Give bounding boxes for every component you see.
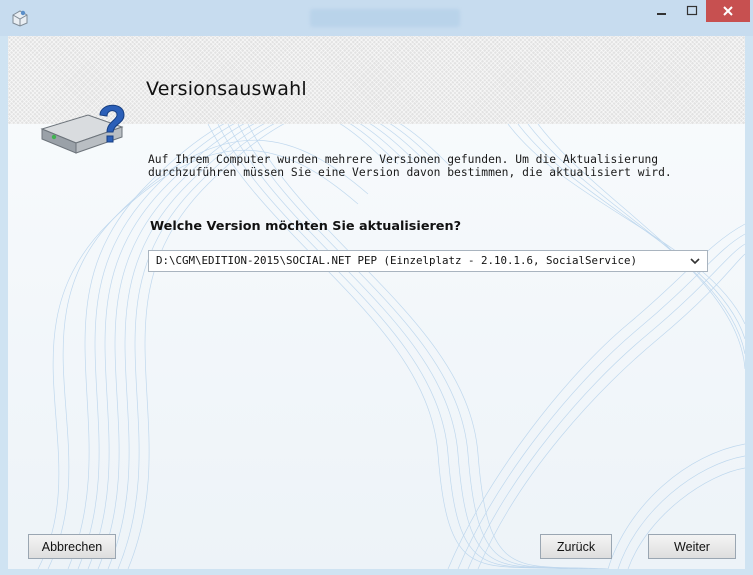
description-line-2: durchzuführen müssen Sie eine Version da… [148,166,672,179]
background-waves [37,124,745,569]
app-icon [12,10,28,27]
maximize-icon [686,5,698,16]
installer-window: Versionsauswahl Auf Ihrem Computer wurde… [0,0,753,575]
chevron-down-icon[interactable] [689,256,701,266]
description-text: Auf Ihrem Computer wurden mehrere Versio… [148,153,728,179]
title-bar[interactable] [0,0,753,36]
content-area [8,124,745,569]
page-title: Versionsauswahl [146,78,307,100]
next-button[interactable]: Weiter [648,534,736,559]
description-line-1: Auf Ihrem Computer wurden mehrere Versio… [148,153,659,166]
version-select-value: D:\CGM\EDITION-2015\SOCIAL.NET PEP (Einz… [156,254,638,267]
version-select[interactable]: D:\CGM\EDITION-2015\SOCIAL.NET PEP (Einz… [148,250,708,272]
cancel-button[interactable]: Abbrechen [28,534,116,559]
version-question-label: Welche Version möchten Sie aktualisieren… [150,219,462,234]
minimize-button[interactable] [648,0,676,22]
back-button[interactable]: Zurück [540,534,612,559]
window-title-redacted [310,9,460,27]
minimize-icon [657,13,666,15]
drive-question-icon [40,104,125,154]
maximize-button[interactable] [678,0,706,22]
close-icon [723,6,733,16]
dialog-client-area: Versionsauswahl Auf Ihrem Computer wurde… [8,36,745,569]
close-button[interactable] [706,0,750,22]
